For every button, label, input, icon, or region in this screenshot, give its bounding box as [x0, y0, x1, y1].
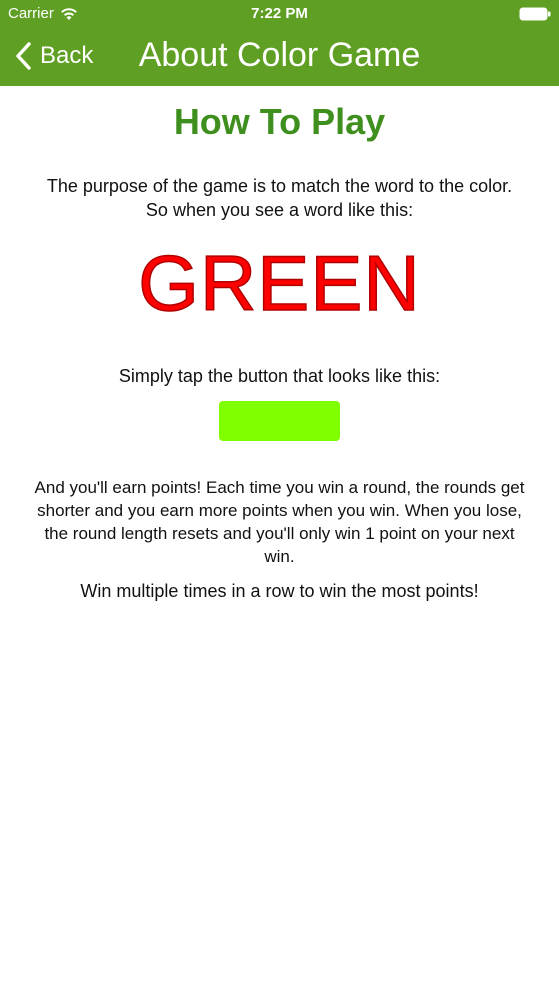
tap-instruction-text: Simply tap the button that looks like th…	[118, 366, 441, 386]
example-word: GREEN	[138, 238, 421, 328]
intro-text: The purpose of the game is to match the …	[46, 176, 513, 220]
page-title: About Color Game	[0, 30, 559, 80]
section-heading: How To Play	[173, 101, 386, 142]
top-bar: Carrier 7:22 PM Back About Color Game	[0, 0, 559, 86]
page-title-text: About Color Game	[138, 36, 421, 74]
navigation-bar: Back About Color Game	[0, 28, 559, 86]
tip-text: Win multiple times in a row to win the m…	[80, 581, 479, 601]
scoring-text: And you'll earn points! Each time you wi…	[34, 478, 525, 566]
example-color-button	[219, 401, 340, 441]
about-screen: Carrier 7:22 PM Back About Color Game Ho…	[0, 0, 559, 994]
status-bar: Carrier 7:22 PM	[0, 0, 559, 28]
status-time: 7:22 PM	[251, 5, 308, 22]
battery-icon	[519, 7, 551, 21]
